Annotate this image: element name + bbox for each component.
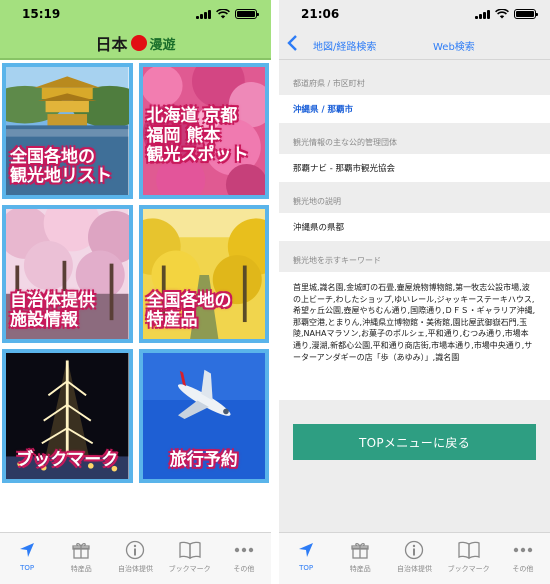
description-label: 観光地の説明 bbox=[293, 197, 341, 206]
tab-label: ブックマーク bbox=[168, 565, 211, 573]
tab-bar: TOP 特産品 自治体提供 ブックマーク その他 bbox=[0, 532, 271, 584]
tile-tourist-list[interactable]: 全国各地の 観光地リスト bbox=[2, 63, 133, 199]
status-bar: 15:19 bbox=[0, 0, 271, 28]
logo-text-1: 日本 bbox=[95, 35, 128, 54]
tile-local-products[interactable]: 全国各地の 特産品 bbox=[138, 205, 269, 343]
detail-content: 都道府県 / 市区町村 沖縄県 / 那覇市 観光情報の主な公的管理団体 那覇ナビ… bbox=[279, 60, 550, 460]
status-icons bbox=[475, 9, 538, 19]
prefecture-label: 都道府県 / 市区町村 bbox=[293, 79, 365, 88]
book-icon bbox=[179, 539, 201, 561]
info-icon bbox=[404, 539, 424, 561]
web-search-link[interactable]: Web検索 bbox=[433, 38, 475, 53]
battery-icon bbox=[235, 9, 259, 19]
more-icon bbox=[234, 539, 254, 561]
tab-label: その他 bbox=[233, 565, 255, 573]
info-icon bbox=[125, 539, 145, 561]
tile-label: 全国各地の 観光地リスト bbox=[10, 146, 112, 187]
status-time: 15:19 bbox=[22, 7, 61, 21]
organization-label: 観光情報の主な公的管理団体 bbox=[293, 138, 397, 147]
signal-icon bbox=[196, 9, 211, 19]
tab-specialties[interactable]: 特産品 bbox=[333, 539, 387, 574]
tab-municipal[interactable]: 自治体提供 bbox=[108, 539, 162, 574]
wifi-icon bbox=[495, 9, 509, 19]
signal-icon bbox=[475, 9, 490, 19]
tab-top[interactable]: TOP bbox=[279, 539, 333, 572]
tab-other[interactable]: その他 bbox=[496, 539, 550, 574]
tab-label: 自治体提供 bbox=[396, 565, 432, 573]
wifi-icon bbox=[216, 9, 230, 19]
gift-icon bbox=[351, 539, 369, 561]
keywords-value: 首里城,識名園,金城町の石畳,壷屋焼物博物館,第一牧志公設市場,波の上ビーチ,わ… bbox=[279, 272, 550, 400]
tab-specialties[interactable]: 特産品 bbox=[54, 539, 108, 574]
tab-label: その他 bbox=[512, 565, 534, 573]
tab-other[interactable]: その他 bbox=[217, 539, 271, 574]
gift-icon bbox=[72, 539, 90, 561]
book-icon bbox=[458, 539, 480, 561]
status-bar: 21:06 bbox=[279, 0, 550, 28]
tab-label: ブックマーク bbox=[447, 565, 490, 573]
location-arrow-icon bbox=[298, 539, 314, 561]
battery-icon bbox=[514, 9, 538, 19]
tile-label: 全国各地の 特産品 bbox=[146, 290, 232, 331]
tab-municipal[interactable]: 自治体提供 bbox=[387, 539, 441, 574]
description-value: 沖縄県の県都 bbox=[279, 213, 550, 241]
tile-label: 旅行予約 bbox=[169, 450, 238, 471]
menu-grid: 全国各地の 観光地リスト 北海道 京都 福岡 熊本 観光スポット 自治体提供 施… bbox=[0, 60, 271, 483]
status-time: 21:06 bbox=[301, 7, 340, 21]
logo-text-2: 漫遊 bbox=[149, 37, 176, 53]
tab-bar: TOP 特産品 自治体提供 ブックマーク その他 bbox=[279, 532, 550, 584]
location-arrow-icon bbox=[19, 539, 35, 561]
tab-label: 自治体提供 bbox=[117, 565, 153, 573]
more-icon bbox=[513, 539, 533, 561]
tile-label: 自治体提供 施設情報 bbox=[10, 290, 95, 331]
rising-sun-icon bbox=[130, 35, 147, 51]
tile-label: 北海道 京都 福岡 熊本 観光スポット bbox=[146, 106, 249, 166]
phone-left-screen: 15:19 日本 漫遊 全国各地の 観光地リスト 北海道 京都 福岡 熊本 観光… bbox=[0, 0, 271, 584]
tab-label: TOP bbox=[299, 564, 314, 572]
status-icons bbox=[196, 9, 259, 19]
tab-bookmark[interactable]: ブックマーク bbox=[163, 539, 217, 574]
tab-top[interactable]: TOP bbox=[0, 539, 54, 572]
prefecture-value-link[interactable]: 沖縄県 / 那覇市 bbox=[279, 95, 550, 123]
tab-bookmark[interactable]: ブックマーク bbox=[442, 539, 496, 574]
navigation-bar: 地図/経路検索 Web検索 bbox=[279, 28, 550, 60]
phone-right-screen: 21:06 地図/経路検索 Web検索 都道府県 / 市区町村 沖縄県 / 那覇… bbox=[279, 0, 550, 584]
map-route-search-link[interactable]: 地図/経路検索 bbox=[313, 38, 376, 53]
app-logo: 日本 漫遊 bbox=[95, 31, 176, 55]
app-header: 日本 漫遊 bbox=[0, 28, 271, 60]
back-to-top-button[interactable]: TOPメニューに戻る bbox=[293, 424, 536, 460]
tile-travel-booking[interactable]: 旅行予約 bbox=[138, 349, 269, 483]
back-chevron-icon[interactable] bbox=[287, 34, 299, 52]
tab-label: TOP bbox=[20, 564, 35, 572]
tile-municipal-facilities[interactable]: 自治体提供 施設情報 bbox=[2, 205, 133, 343]
organization-value: 那覇ナビ - 那覇市観光協会 bbox=[279, 154, 550, 182]
keywords-label: 観光地を示すキーワード bbox=[293, 256, 381, 265]
tab-label: 特産品 bbox=[70, 565, 92, 573]
tile-label: ブックマーク bbox=[16, 450, 119, 471]
tab-label: 特産品 bbox=[349, 565, 371, 573]
tile-major-spots[interactable]: 北海道 京都 福岡 熊本 観光スポット bbox=[138, 63, 269, 199]
tile-bookmark[interactable]: ブックマーク bbox=[2, 349, 133, 483]
